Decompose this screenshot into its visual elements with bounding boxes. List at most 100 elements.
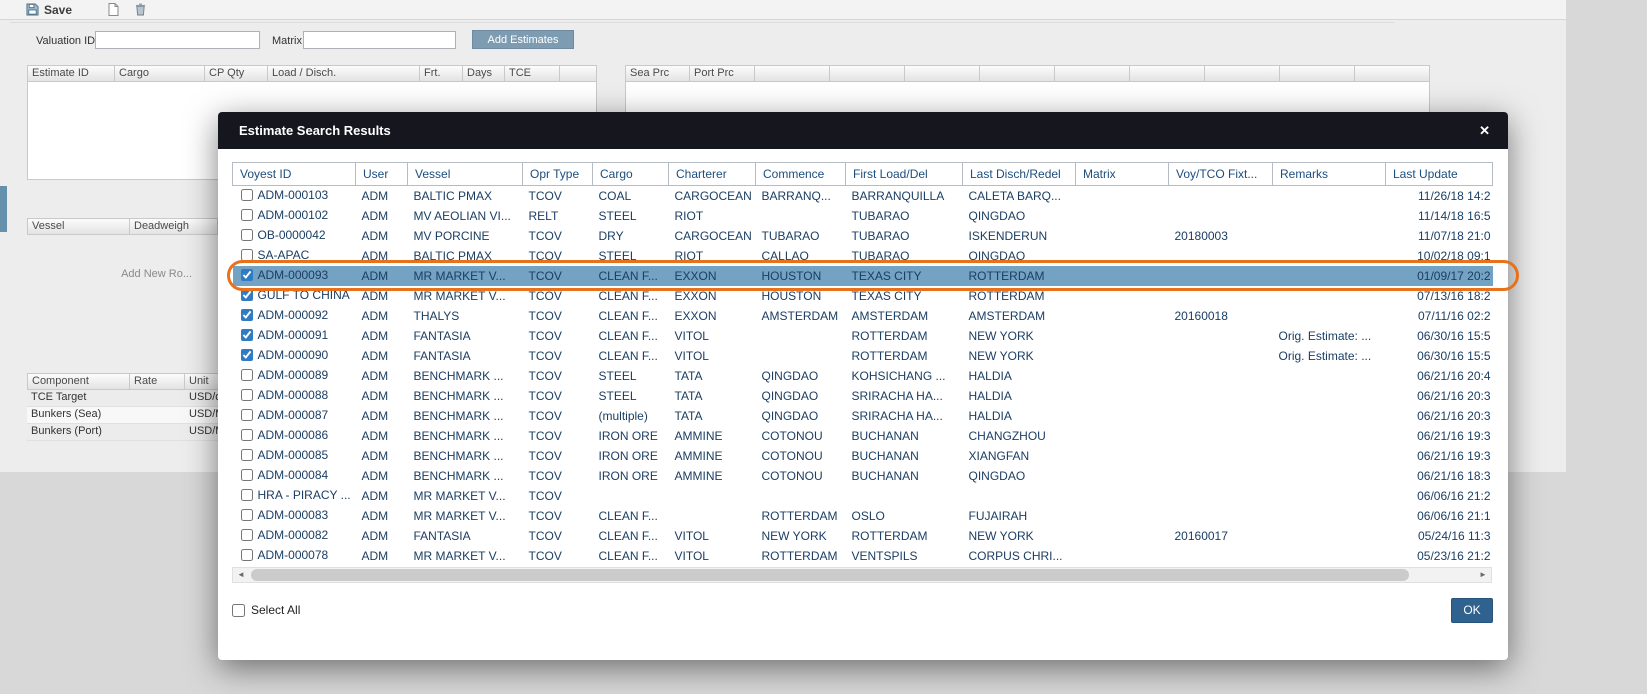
row-checkbox[interactable]: [241, 409, 253, 421]
result-row[interactable]: ADM-000093ADMMR MARKET V...TCOVCLEAN F..…: [233, 266, 1493, 286]
row-checkbox[interactable]: [241, 549, 253, 561]
results-col-header[interactable]: Voyest ID: [233, 163, 356, 186]
results-col-header[interactable]: Remarks: [1273, 163, 1386, 186]
result-cell-opr_type: TCOV: [523, 306, 593, 326]
row-checkbox[interactable]: [241, 289, 253, 301]
results-col-header[interactable]: Opr Type: [523, 163, 593, 186]
result-cell-last_disch_redel: [963, 486, 1076, 506]
result-cell-vessel: BENCHMARK ...: [408, 406, 523, 426]
ok-button[interactable]: OK: [1451, 598, 1493, 623]
result-cell-id: ADM-000087: [233, 406, 356, 426]
row-checkbox[interactable]: [241, 189, 253, 201]
horizontal-scrollbar[interactable]: ◄ ►: [232, 567, 1492, 583]
result-row[interactable]: ADM-000090ADMFANTASIATCOVCLEAN F...VITOL…: [233, 346, 1493, 366]
result-cell-first_load_del: ROTTERDAM: [846, 526, 963, 546]
add-new-row-link[interactable]: Add New Ro...: [27, 268, 192, 280]
matrix-input[interactable]: [303, 31, 456, 49]
valuation-id-input[interactable]: [95, 31, 260, 49]
row-checkbox[interactable]: [241, 529, 253, 541]
result-row[interactable]: GULF TO CHINAADMMR MARKET V...TCOVCLEAN …: [233, 286, 1493, 306]
result-row[interactable]: ADM-000092ADMTHALYSTCOVCLEAN F...EXXONAM…: [233, 306, 1493, 326]
result-cell-opr_type: TCOV: [523, 526, 593, 546]
result-row[interactable]: ADM-000102ADMMV AEOLIAN VI...RELTSTEELRI…: [233, 206, 1493, 226]
results-col-header[interactable]: Last Disch/Redel: [963, 163, 1076, 186]
scroll-left-button[interactable]: ◄: [233, 568, 249, 582]
select-all-control[interactable]: Select All: [232, 603, 300, 617]
result-cell-first_load_del: TUBARAO: [846, 226, 963, 246]
results-col-header[interactable]: Cargo: [593, 163, 669, 186]
result-row-id: ADM-000091: [258, 328, 329, 342]
row-checkbox[interactable]: [241, 389, 253, 401]
select-all-checkbox[interactable]: [232, 604, 245, 617]
results-col-header[interactable]: Matrix: [1076, 163, 1169, 186]
result-row[interactable]: ADM-000082ADMFANTASIATCOVCLEAN F...VITOL…: [233, 526, 1493, 546]
result-row[interactable]: ADM-000084ADMBENCHMARK ...TCOVIRON OREAM…: [233, 466, 1493, 486]
result-row[interactable]: ADM-000078ADMMR MARKET V...TCOVCLEAN F..…: [233, 546, 1493, 566]
add-estimates-button[interactable]: Add Estimates: [472, 30, 574, 49]
scroll-right-button[interactable]: ►: [1475, 568, 1491, 582]
result-row[interactable]: HRA - PIRACY ...ADMMR MARKET V...TCOV06/…: [233, 486, 1493, 506]
save-button[interactable]: Save: [26, 3, 72, 17]
row-checkbox[interactable]: [241, 249, 253, 261]
dialog-title: Estimate Search Results: [239, 123, 391, 138]
row-checkbox[interactable]: [241, 429, 253, 441]
close-icon[interactable]: ✕: [1479, 124, 1490, 137]
results-col-header[interactable]: Last Update: [1386, 163, 1493, 186]
row-checkbox[interactable]: [241, 329, 253, 341]
result-cell-first_load_del: AMSTERDAM: [846, 306, 963, 326]
component-table-body: TCE TargetUSD/dBunkers (Sea)USD/MBunkers…: [27, 390, 245, 441]
results-col-header[interactable]: First Load/Del: [846, 163, 963, 186]
results-col-header[interactable]: Commence: [756, 163, 846, 186]
result-cell-remarks: [1273, 306, 1386, 326]
row-checkbox[interactable]: [241, 489, 253, 501]
scrollbar-thumb[interactable]: [251, 569, 1409, 581]
result-cell-charterer: EXXON: [669, 286, 756, 306]
result-cell-first_load_del: ROTTERDAM: [846, 326, 963, 346]
result-row[interactable]: OB-0000042ADMMV PORCINETCOVDRYCARGOCEANT…: [233, 226, 1493, 246]
result-cell-cargo: IRON ORE: [593, 446, 669, 466]
result-cell-matrix: [1076, 406, 1169, 426]
row-checkbox[interactable]: [241, 369, 253, 381]
result-row[interactable]: ADM-000089ADMBENCHMARK ...TCOVSTEELTATAQ…: [233, 366, 1493, 386]
result-cell-remarks: [1273, 446, 1386, 466]
row-checkbox[interactable]: [241, 449, 253, 461]
results-col-header[interactable]: Voy/TCO Fixt...: [1169, 163, 1273, 186]
delete-icon[interactable]: [135, 3, 146, 16]
row-checkbox[interactable]: [241, 349, 253, 361]
result-cell-cargo: CLEAN F...: [593, 506, 669, 526]
results-col-header[interactable]: User: [356, 163, 408, 186]
result-row[interactable]: ADM-000103ADMBALTIC PMAXTCOVCOALCARGOCEA…: [233, 186, 1493, 206]
row-checkbox[interactable]: [241, 509, 253, 521]
component-table-header: ComponentRateUnit: [27, 373, 245, 390]
result-cell-commence: ROTTERDAM: [756, 506, 846, 526]
row-checkbox[interactable]: [241, 229, 253, 241]
result-row[interactable]: SA-APACADMBALTIC PMAXTCOVSTEELRIOTCALLAO…: [233, 246, 1493, 266]
vessel-table-header: VesselDeadweigh: [27, 218, 218, 235]
row-checkbox[interactable]: [241, 269, 253, 281]
row-checkbox[interactable]: [241, 309, 253, 321]
result-row-id: SA-APAC: [258, 248, 310, 262]
result-cell-id: ADM-000090: [233, 346, 356, 366]
result-cell-last_update: 06/21/16 20:3: [1386, 386, 1493, 406]
result-cell-user: ADM: [356, 386, 408, 406]
result-row[interactable]: ADM-000086ADMBENCHMARK ...TCOVIRON OREAM…: [233, 426, 1493, 446]
result-cell-vessel: BENCHMARK ...: [408, 386, 523, 406]
result-cell-vessel: BENCHMARK ...: [408, 446, 523, 466]
result-row[interactable]: ADM-000088ADMBENCHMARK ...TCOVSTEELTATAQ…: [233, 386, 1493, 406]
result-row[interactable]: ADM-000091ADMFANTASIATCOVCLEAN F...VITOL…: [233, 326, 1493, 346]
result-cell-charterer: AMMINE: [669, 466, 756, 486]
result-cell-voy_tco_fixt: [1169, 446, 1273, 466]
result-row[interactable]: ADM-000085ADMBENCHMARK ...TCOVIRON OREAM…: [233, 446, 1493, 466]
result-cell-last_disch_redel: ROTTERDAM: [963, 266, 1076, 286]
result-row[interactable]: ADM-000087ADMBENCHMARK ...TCOV(multiple)…: [233, 406, 1493, 426]
result-cell-commence: BARRANQ...: [756, 186, 846, 206]
row-checkbox[interactable]: [241, 469, 253, 481]
results-col-header[interactable]: Vessel: [408, 163, 523, 186]
result-cell-voy_tco_fixt: [1169, 186, 1273, 206]
results-col-header[interactable]: Charterer: [669, 163, 756, 186]
new-document-icon[interactable]: [108, 3, 119, 16]
row-checkbox[interactable]: [241, 209, 253, 221]
result-row[interactable]: ADM-000083ADMMR MARKET V...TCOVCLEAN F..…: [233, 506, 1493, 526]
scrollbar-track[interactable]: [249, 569, 1475, 581]
result-cell-first_load_del: BARRANQUILLA: [846, 186, 963, 206]
